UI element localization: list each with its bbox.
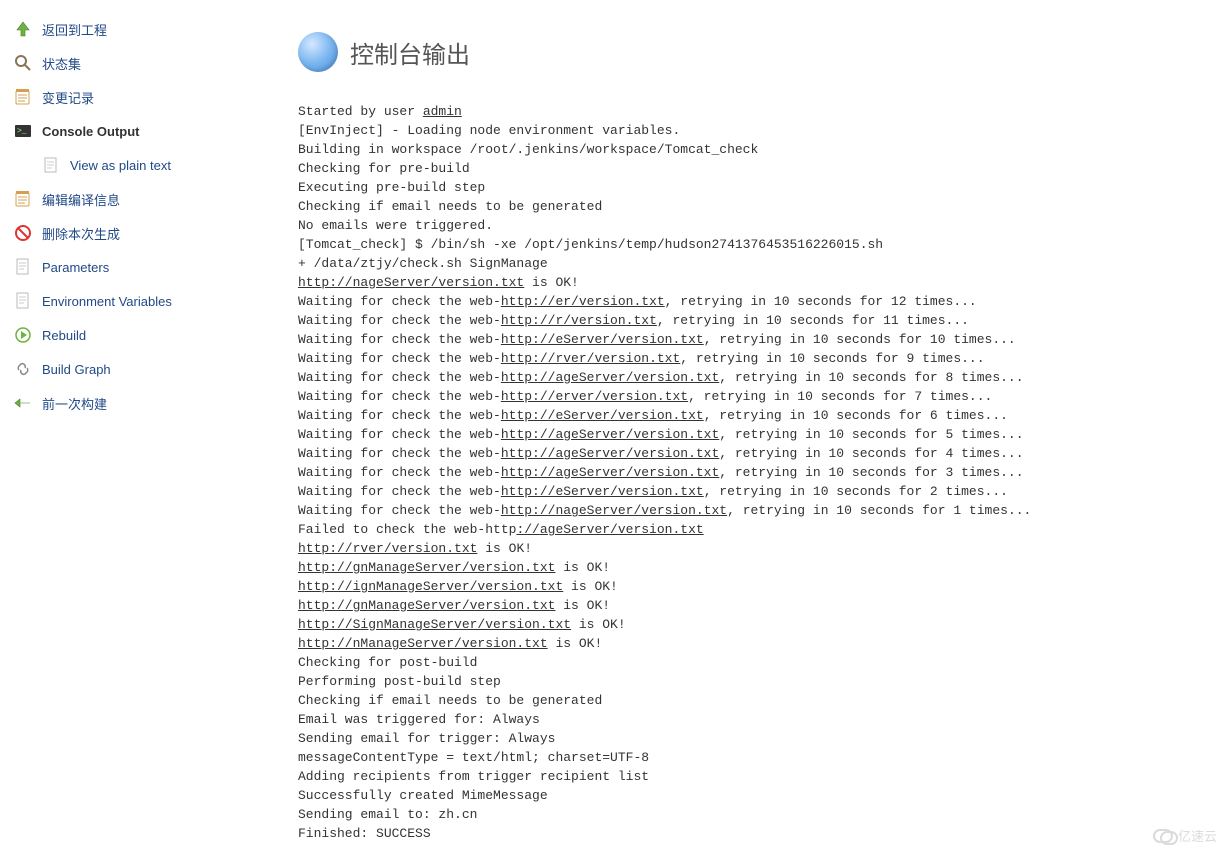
up-arrow-icon [12,18,34,40]
url-link[interactable]: http:// eServer/version.txt [501,332,704,347]
search-icon [12,52,34,74]
build-status-orb-icon [298,32,338,72]
nav-back-to-project[interactable]: 返回到工程 [12,12,280,46]
nav-link[interactable]: 变更记录 [42,88,94,107]
nav-parameters[interactable]: Parameters [12,250,280,284]
no-entry-icon [12,222,34,244]
nav-link[interactable]: Rebuild [42,328,86,343]
url-link[interactable]: http:// rver/version.txt [298,541,477,556]
notepad-icon [12,188,34,210]
nav-changes[interactable]: 变更记录 [12,80,280,114]
nav-link[interactable]: 编辑编译信息 [42,190,120,209]
nav-env-vars[interactable]: Environment Variables [12,284,280,318]
url-link[interactable]: http:// gnManageServer/version.txt [298,598,555,613]
nav-link[interactable]: View as plain text [70,158,171,173]
nav-link[interactable]: Build Graph [42,362,111,377]
terminal-icon: >_ [12,120,34,142]
nav-link[interactable]: 删除本次生成 [42,224,120,243]
watermark-text: 亿速云 [1178,826,1217,845]
nav-link[interactable]: 状态集 [42,54,81,73]
play-refresh-icon [12,324,34,346]
url-link[interactable]: :// ageServer/version.txt [516,522,703,537]
url-link[interactable]: http:// nageServer/version.txt [298,275,524,290]
console-output-text: Started by user admin[EnvInject] - Loadi… [298,102,1229,843]
nav-delete-build[interactable]: 删除本次生成 [12,216,280,250]
url-link[interactable]: http:// eServer/version.txt [501,408,704,423]
url-link[interactable]: http:// nManageServer/version.txt [298,636,548,651]
nav-view-plain-text[interactable]: View as plain text [40,148,280,182]
url-link[interactable]: http:// ageServer/version.txt [501,446,719,461]
watermark-icon [1153,829,1173,843]
url-link[interactable]: http:// ageServer/version.txt [501,465,719,480]
url-link[interactable]: http:// SignManageServer/version.txt [298,617,571,632]
url-link[interactable]: http:// ignManageServer/version.txt [298,579,563,594]
document-icon [40,154,62,176]
notepad-icon [12,86,34,108]
user-link[interactable]: admin [423,104,462,119]
url-link[interactable]: http:// gnManageServer/version.txt [298,560,555,575]
nav-link[interactable]: 返回到工程 [42,20,107,39]
url-link[interactable]: http:// er/version.txt [501,294,665,309]
watermark: 亿速云 [1153,826,1217,845]
nav-status[interactable]: 状态集 [12,46,280,80]
link-icon [12,358,34,380]
nav-prev-build[interactable]: 前一次构建 [12,386,280,420]
nav-link[interactable]: Console Output [42,124,140,139]
document-icon [12,290,34,312]
nav-build-graph[interactable]: Build Graph [12,352,280,386]
url-link[interactable]: http:// ageServer/version.txt [501,370,719,385]
nav-rebuild[interactable]: Rebuild [12,318,280,352]
url-link[interactable]: http:// ageServer/version.txt [501,427,719,442]
page-header: 控制台输出 [298,32,1229,72]
nav-edit-build-info[interactable]: 编辑编译信息 [12,182,280,216]
url-link[interactable]: http:// erver/version.txt [501,389,688,404]
main-content: 控制台输出 Started by user admin[EnvInject] -… [280,0,1229,863]
url-link[interactable]: http:// rver/version.txt [501,351,680,366]
nav-link[interactable]: Parameters [42,260,109,275]
url-link[interactable]: http:// nageServer/version.txt [501,503,727,518]
left-arrow-icon [12,392,34,414]
url-link[interactable]: http:// eServer/version.txt [501,484,704,499]
document-icon [12,256,34,278]
nav-link[interactable]: 前一次构建 [42,394,107,413]
sidebar: 返回到工程 状态集 变更记录 >_ Console Output View as… [0,0,280,863]
url-link[interactable]: http:// r/version.txt [501,313,657,328]
page-title: 控制台输出 [350,35,470,70]
nav-link[interactable]: Environment Variables [42,294,172,309]
svg-text:>_: >_ [17,127,27,136]
nav-console-output[interactable]: >_ Console Output [12,114,280,148]
